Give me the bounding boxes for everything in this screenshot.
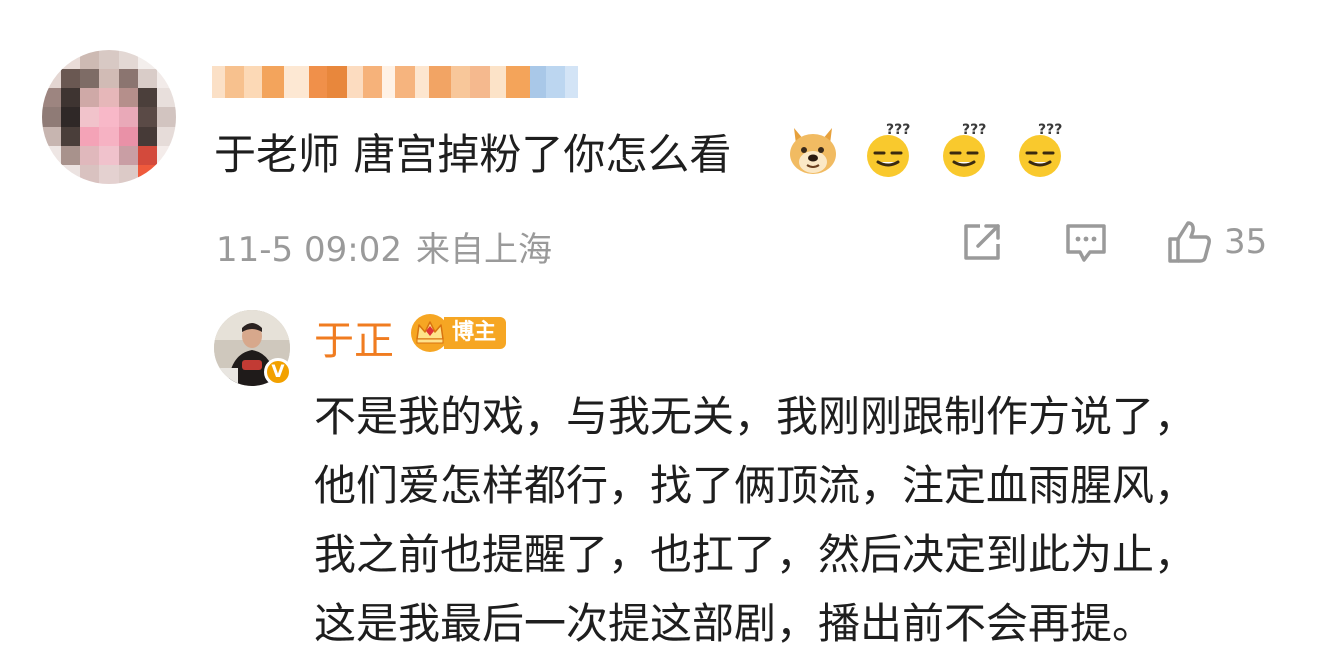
crown-icon (408, 313, 452, 353)
confused-face-icon: ??? (862, 120, 916, 178)
confused-face-icon: ??? (1014, 120, 1068, 178)
like-count: 35 (1224, 222, 1268, 262)
reply-line: 不是我的戏，与我无关，我刚刚跟制作方说了， (314, 392, 1197, 441)
comment-emoji-row: ??? ??? ??? (786, 120, 1068, 178)
share-icon (964, 224, 1000, 260)
reply-author-name[interactable]: 于正 (314, 308, 394, 366)
comment-location: 来自上海 (415, 230, 552, 270)
thumbs-up-icon (1168, 221, 1211, 263)
doge-icon (786, 120, 840, 178)
confused-face-icon: ??? (938, 120, 992, 178)
comment-text: 于老师 唐宫掉粉了你怎么看 (214, 130, 732, 179)
reply-text: 不是我的戏，与我无关，我刚刚跟制作方说了， 他们爱怎样都行，找了俩顶流，注定血雨… (314, 382, 1196, 658)
commenter-name-blurred[interactable] (212, 66, 578, 98)
comment-time: 11-5 09:02 (216, 230, 402, 270)
comment-actions: 35 (954, 215, 1284, 269)
reply-line: 他们爱怎样都行，找了俩顶流，注定血雨腥风， (314, 461, 1197, 510)
share-button[interactable] (958, 215, 1006, 269)
comment-meta: 11-5 09:02 来自上海 (216, 222, 552, 271)
like-button[interactable]: 35 (1164, 215, 1267, 269)
commenter-avatar[interactable] (42, 50, 176, 184)
blogger-badge: 博主 (408, 313, 507, 353)
comment-icon (1066, 224, 1106, 262)
reply-line: 这是我最后一次提这部剧，播出前不会再提。 (314, 599, 1155, 648)
reply-button[interactable] (1062, 215, 1110, 269)
pixelated-avatar-image (42, 50, 176, 184)
blogger-badge-label: 博主 (444, 317, 507, 349)
verified-badge: V (264, 358, 292, 386)
reply-line: 我之前也提醒了，也扛了，然后决定到此为止， (314, 530, 1197, 579)
